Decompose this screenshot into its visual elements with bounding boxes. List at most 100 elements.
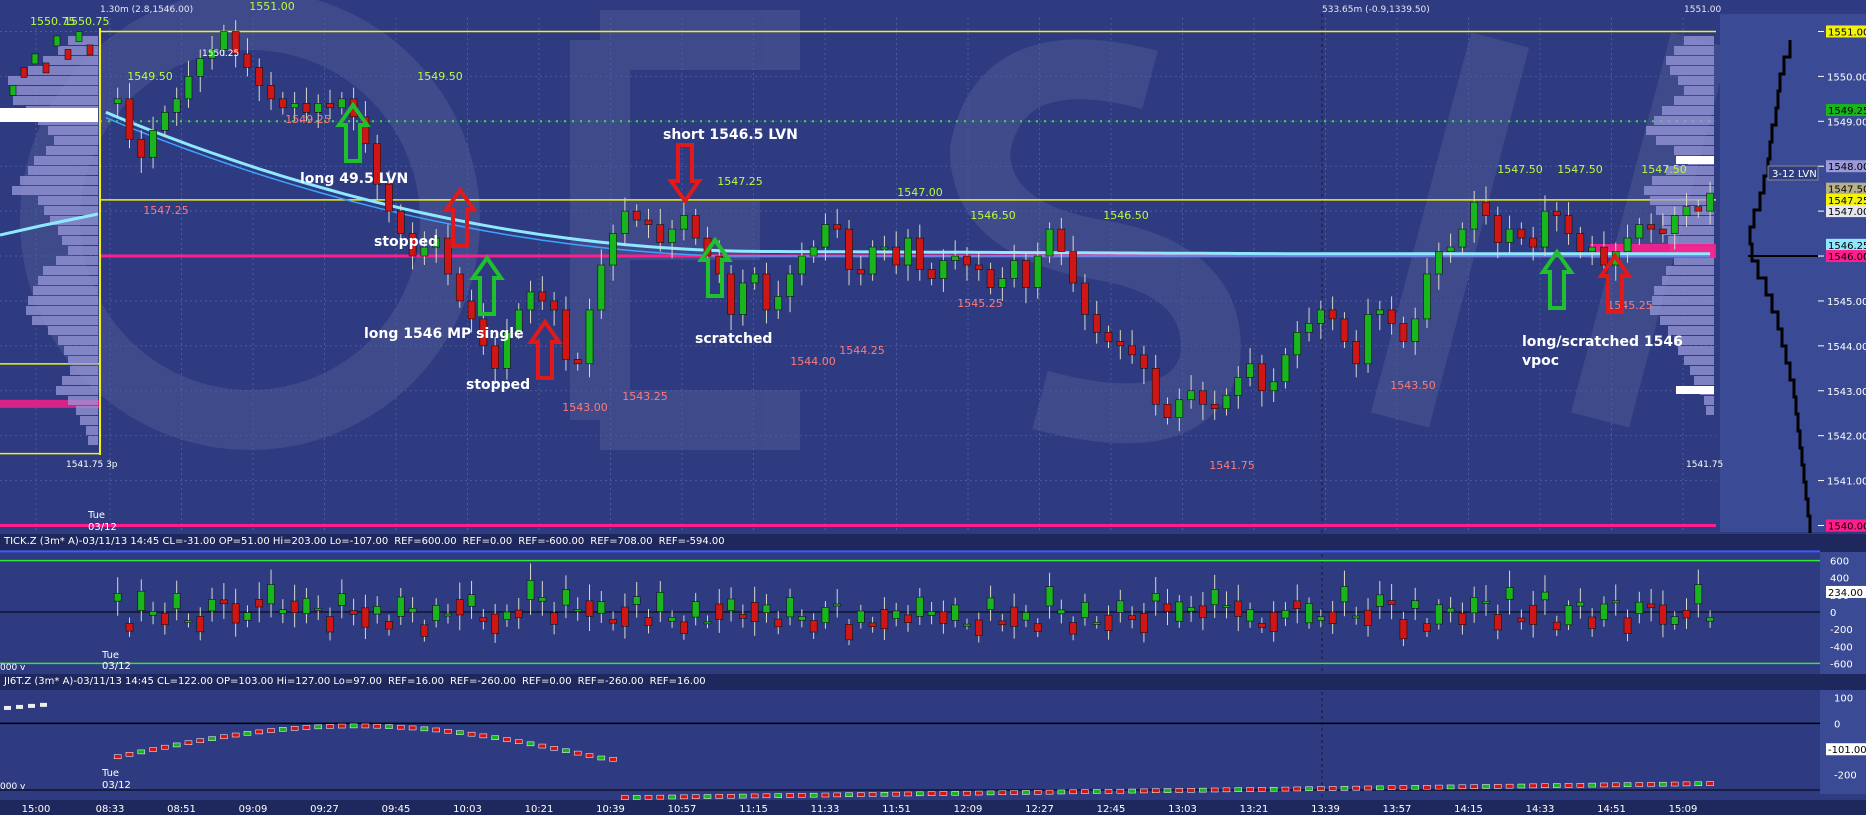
x-axis-label: 15:09 xyxy=(1669,804,1698,815)
candle-body xyxy=(1175,399,1184,419)
jigt-candle xyxy=(550,746,558,751)
volume-profile-bar xyxy=(70,366,98,375)
price-axis-background xyxy=(1720,14,1866,532)
jigt-candle xyxy=(1328,786,1337,791)
jigt-candle xyxy=(220,734,228,740)
volume-profile-bar xyxy=(44,206,98,215)
volume-profile-bar xyxy=(1666,266,1714,275)
jigt-candle xyxy=(632,795,641,800)
tick-candle xyxy=(1470,597,1478,614)
volume-profile-bar xyxy=(88,436,98,445)
high-label: 1547.50 xyxy=(1497,163,1543,176)
tick-candle xyxy=(904,614,912,623)
candle-body xyxy=(821,224,830,248)
jigt-candle xyxy=(349,723,358,729)
candle-body xyxy=(573,359,582,365)
tick-candle xyxy=(1694,584,1703,605)
jigt-candle xyxy=(1151,788,1160,794)
volume-profile-bar xyxy=(46,146,98,155)
jigt-candle xyxy=(585,753,594,758)
jigt-axis-label: 100 xyxy=(1834,694,1853,705)
candle-body xyxy=(597,264,606,311)
high-label: 1546.50 xyxy=(1103,209,1149,222)
candle-body xyxy=(1682,206,1691,216)
volume-profile-bar xyxy=(34,156,98,165)
jigt-candle xyxy=(927,791,936,796)
tick-candle xyxy=(786,597,794,618)
candle-body xyxy=(904,237,912,266)
candle-body xyxy=(1258,363,1266,392)
candle-body xyxy=(857,269,865,275)
jigt-prior-candle xyxy=(16,704,23,709)
tick-date-date: 03/12 xyxy=(102,661,131,672)
candle-body xyxy=(161,112,169,131)
candle-body xyxy=(267,85,275,100)
main-date-day: Tue xyxy=(87,510,105,521)
jigt-candle xyxy=(361,723,370,729)
jigt-candle xyxy=(1517,783,1526,789)
jigt-candle xyxy=(208,736,216,741)
tick-axis-label: -400 xyxy=(1830,642,1853,653)
tick-candle xyxy=(739,614,747,619)
price-tick-label: 1542.00 xyxy=(1827,432,1866,443)
tick-candle xyxy=(1328,611,1337,624)
candle-body xyxy=(1293,332,1302,356)
jigt-candle xyxy=(1670,781,1679,787)
jigt-candle xyxy=(456,730,464,735)
tick-candle xyxy=(1128,615,1136,620)
volume-profile-bar xyxy=(68,396,98,405)
volume-profile-bar xyxy=(68,356,98,365)
jigt-candle xyxy=(904,791,912,797)
main-header-left: 1.30m (2.8,1546.00) xyxy=(100,5,193,15)
tick-candle xyxy=(668,617,676,622)
jigt-candle xyxy=(1246,787,1254,792)
high-label: 1547.25 xyxy=(717,175,763,188)
volume-profile-bar xyxy=(43,266,98,275)
jigt-candle xyxy=(1163,788,1172,793)
prior-candle xyxy=(20,67,28,78)
tick-candle xyxy=(939,611,948,624)
jigt-candle xyxy=(644,795,653,800)
trade-annotation: short 1546.5 LVN xyxy=(663,127,798,143)
candle-body xyxy=(1069,251,1077,284)
bottom-left-label: 1541.75 3p xyxy=(66,460,118,470)
volume-profile-bar xyxy=(1694,376,1714,385)
chart-canvas: 1549.50 1549.50 1551.00 1547.25 1547.00 1546.… xyxy=(0,0,1866,815)
tick-candle xyxy=(314,607,323,611)
tick-candle xyxy=(550,612,558,625)
jigt-candle xyxy=(338,723,346,729)
jigt-candle xyxy=(1187,788,1195,793)
jigt-candle xyxy=(1564,783,1573,788)
jigt-candle xyxy=(1045,789,1054,795)
jigt-candle xyxy=(1022,790,1030,795)
tick-candle xyxy=(1611,600,1620,604)
candle-body xyxy=(762,273,771,311)
price-tag-label: 1549.25 xyxy=(1828,106,1866,117)
volume-profile-bar xyxy=(28,66,98,75)
price-tick-label: 1543.00 xyxy=(1827,387,1866,398)
x-axis-background xyxy=(0,800,1866,815)
jigt-candle xyxy=(1541,783,1549,788)
tick-candle xyxy=(1317,616,1325,621)
candle-body xyxy=(1446,246,1455,252)
price-tag-label: 1547.00 xyxy=(1828,207,1866,218)
x-axis-label: 11:15 xyxy=(739,804,768,815)
candle-body xyxy=(243,53,252,68)
jigt-candle xyxy=(479,733,488,739)
trade-annotation: stopped xyxy=(374,234,438,250)
price-tag-label: 1551.00 xyxy=(1828,27,1866,38)
x-axis-label: 10:03 xyxy=(453,804,482,815)
volume-profile-bar xyxy=(1662,216,1714,225)
jigt-candle xyxy=(680,794,688,800)
tick-axis-background xyxy=(1820,552,1866,676)
jigt-candle xyxy=(1364,785,1372,791)
jigt-candle xyxy=(1411,785,1419,790)
jigt-candle xyxy=(1069,789,1077,795)
prev-close-label: 1550.25 xyxy=(202,49,239,59)
jigt-candle xyxy=(597,755,606,761)
jigt-date-date: 03/12 xyxy=(102,780,131,791)
candle-body xyxy=(1328,309,1337,320)
volume-profile-bar xyxy=(1674,96,1714,105)
candle-body xyxy=(1600,246,1608,266)
candle-body xyxy=(455,273,464,302)
